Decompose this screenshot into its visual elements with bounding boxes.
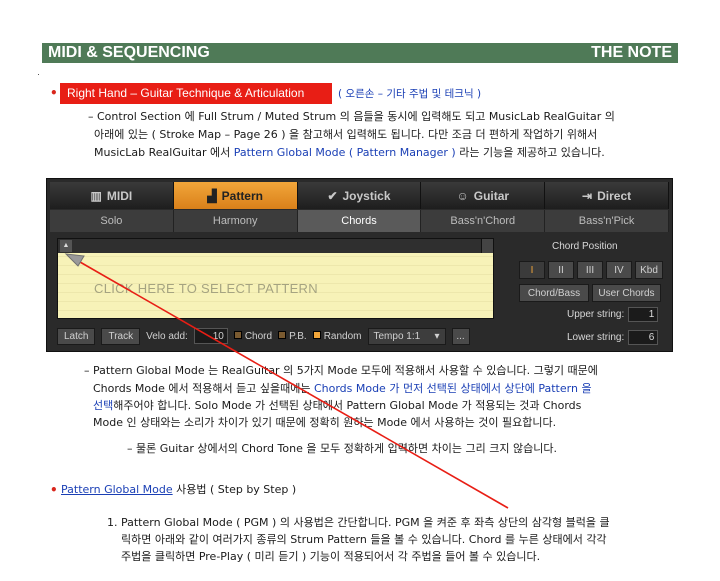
tempo-select[interactable]: Tempo 1:1 ▾ xyxy=(367,327,446,345)
s3-item1-line3: 주법을 클릭하면 Pre-Play ( 미리 듣기 ) 기능이 적용되어서 각 … xyxy=(121,550,541,563)
tab-midi[interactable]: ▥ MIDI xyxy=(50,182,174,209)
guitar-icon: ☺ xyxy=(456,188,469,203)
latch-button[interactable]: Latch xyxy=(57,327,96,345)
chord-pos-kbd[interactable]: Kbd xyxy=(635,261,663,279)
triangle-up-icon[interactable]: ▲ xyxy=(60,240,72,252)
bottom-controls: Latch Track Velo add: 10 Chord P.B. Rand… xyxy=(57,327,470,345)
s3-item1: 1. Pattern Global Mode ( PGM ) 의 사용법은 간단… xyxy=(107,516,610,529)
sub-tabs: Solo Harmony Chords Bass'n'Chord Bass'n'… xyxy=(50,210,669,232)
bullet-icon: • xyxy=(50,86,58,100)
header-title-left: MIDI & SEQUENCING xyxy=(48,44,210,61)
chord-bass-button[interactable]: Chord/Bass xyxy=(519,284,589,302)
chevron-down-icon: ▾ xyxy=(434,330,440,342)
pattern-icon: ▟ xyxy=(207,188,217,203)
s2-line1: – Pattern Global Mode 는 RealGuitar 의 5가지… xyxy=(84,364,598,377)
chord-mode-buttons: Chord/Bass User Chords xyxy=(519,284,661,302)
velo-label: Velo add: xyxy=(146,330,188,342)
tab-direct[interactable]: ⇥ Direct xyxy=(545,182,669,209)
tab-solo[interactable]: Solo xyxy=(50,210,174,232)
piano-icon: ▥ xyxy=(90,188,102,203)
direct-icon: ⇥ xyxy=(582,188,593,203)
user-chords-button[interactable]: User Chords xyxy=(592,284,661,302)
s1-line1: – Control Section 에 Full Strum / Muted S… xyxy=(88,110,615,123)
bullet-icon-2: • xyxy=(50,483,58,497)
joystick-icon: ✔ xyxy=(327,188,338,203)
s2-line3: 선택해주어야 합니다. Solo Mode 가 선택된 상태에서 Pattern… xyxy=(93,399,582,412)
upper-string-input[interactable]: 1 xyxy=(628,307,659,322)
pattern-topbar-end xyxy=(481,239,493,253)
pgm-link[interactable]: Pattern Global Mode xyxy=(61,483,173,496)
lower-string-input[interactable]: 6 xyxy=(628,330,659,345)
tab-bass-pick[interactable]: Bass'n'Pick xyxy=(545,210,669,232)
chord-pos-iv[interactable]: IV xyxy=(606,261,632,279)
tab-chords[interactable]: Chords xyxy=(297,210,422,232)
tab-pattern[interactable]: ▟ Pattern xyxy=(173,182,298,209)
section-label-pgm: Pattern Global Mode 사용법 ( Step by Step ) xyxy=(61,483,297,496)
chord-pos-i[interactable]: I xyxy=(519,261,545,279)
s2-line5: – 물론 Guitar 상에서의 Chord Tone 을 모두 정확하게 입력… xyxy=(127,442,557,455)
header-title-right: THE NOTE xyxy=(591,44,672,61)
s1-line3: MusicLab RealGuitar 에서 Pattern Global Mo… xyxy=(94,146,605,159)
chord-pos-iii[interactable]: III xyxy=(577,261,603,279)
s3-item1-line2: 릭하면 아래와 같이 여러가지 종류의 Strum Pattern 들을 볼 수… xyxy=(121,533,607,546)
pb-checkbox[interactable]: P.B. xyxy=(278,330,307,342)
track-button[interactable]: Track xyxy=(101,327,141,345)
pattern-hint: CLICK HERE TO SELECT PATTERN xyxy=(94,281,318,296)
tab-bass-chord[interactable]: Bass'n'Chord xyxy=(421,210,546,232)
chord-position-buttons: I II III IV Kbd xyxy=(519,261,663,279)
realguitar-panel: ▥ MIDI ▟ Pattern ✔ Joystick ☺ Guitar ⇥ Direct… xyxy=(46,178,673,352)
velo-input[interactable]: 10 xyxy=(193,328,228,344)
header-band: MIDI & SEQUENCING THE NOTE xyxy=(42,43,678,63)
section-label-ko: ( 오른손 – 기타 주법 및 테크닉 ) xyxy=(338,88,482,100)
chord-pos-ii[interactable]: II xyxy=(548,261,574,279)
tab-guitar[interactable]: ☺ Guitar xyxy=(421,182,546,209)
upper-string-field: Upper string: 1 xyxy=(567,307,659,322)
lower-string-field: Lower string: 6 xyxy=(567,330,659,345)
section-label-right-hand: Right Hand – Guitar Technique & Articula… xyxy=(60,83,332,104)
main-tabs: ▥ MIDI ▟ Pattern ✔ Joystick ☺ Guitar ⇥ Direct xyxy=(50,182,669,209)
more-button[interactable]: ... xyxy=(451,327,470,345)
stray-dot xyxy=(38,74,39,75)
pattern-manager-link[interactable]: Pattern Global Mode ( Pattern Manager ) xyxy=(234,146,456,159)
chord-position-title: Chord Position xyxy=(552,241,618,252)
chord-checkbox[interactable]: Chord xyxy=(233,330,272,342)
pattern-topbar: ▲ xyxy=(58,239,493,253)
pattern-select-area[interactable]: ▲ CLICK HERE TO SELECT PATTERN xyxy=(57,238,494,319)
s2-line2: Chords Mode 에서 적용해서 듣고 싶을때에는 Chords Mode… xyxy=(93,382,592,395)
tab-joystick[interactable]: ✔ Joystick xyxy=(297,182,422,209)
tab-harmony[interactable]: Harmony xyxy=(173,210,298,232)
chords-mode-link: Chords Mode 가 먼저 선택된 상태에서 상단에 Pattern 을 xyxy=(313,382,592,395)
random-checkbox[interactable]: Random xyxy=(312,330,362,342)
s1-line2: 아래에 있는 ( Stroke Map – Page 26 ) 을 참고해서 입… xyxy=(94,128,598,141)
s2-line4: Mode 인 상태와는 소리가 차이가 있기 때문에 정확히 원하는 Mode … xyxy=(93,416,557,429)
